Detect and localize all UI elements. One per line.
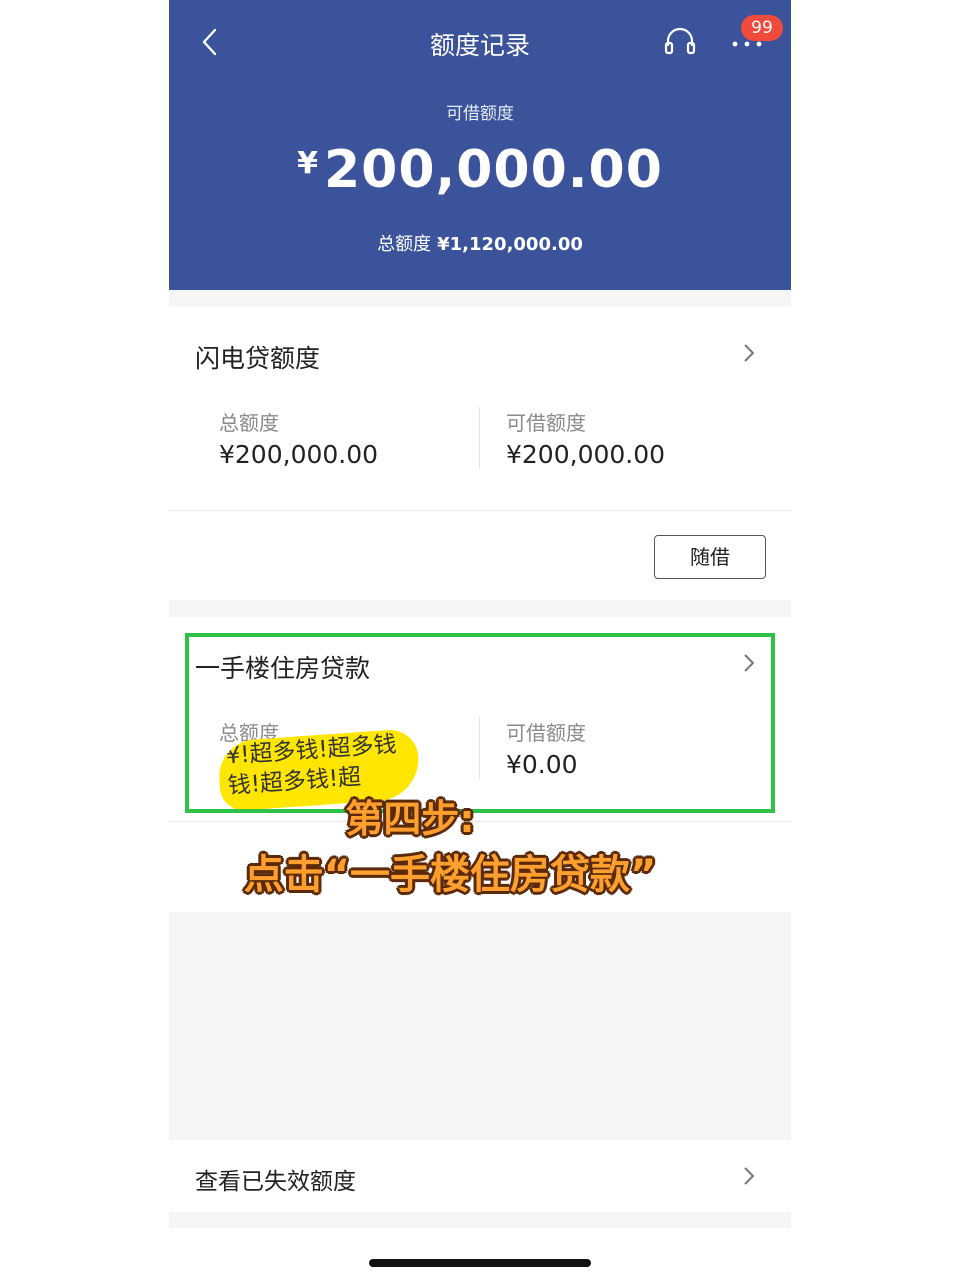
- total-quota-line: 总额度 ¥1,120,000.00: [169, 230, 791, 256]
- available-label: 可借额度: [506, 411, 586, 435]
- highlight-box: [185, 633, 775, 813]
- column-divider: [479, 407, 480, 469]
- home-indicator[interactable]: [369, 1259, 591, 1267]
- currency-symbol: ¥: [297, 146, 318, 181]
- chevron-right-icon: [744, 1167, 755, 1185]
- divider: [169, 510, 791, 511]
- available-value: ¥200,000.00: [506, 440, 666, 469]
- step-instruction: 点击“一手楼住房贷款”: [243, 852, 657, 898]
- step-label: 第四步:: [345, 797, 475, 841]
- phone-screen: 额度记录 99 可借额度 ¥200,000.00 总额度 ¥1,120,000.0…: [169, 0, 791, 1280]
- available-quota-label: 可借额度: [446, 104, 514, 124]
- total-quota-value: ¥1,120,000.00: [437, 234, 583, 255]
- available-quota-amount: ¥200,000.00: [169, 140, 791, 200]
- available-quota-value: 200,000.00: [323, 140, 663, 200]
- page-title: 额度记录: [429, 31, 530, 60]
- total-quota-label: 总额度: [377, 234, 432, 255]
- headset-icon: [664, 27, 696, 55]
- bottom-bar: [169, 1228, 791, 1280]
- chevron-right-icon: [744, 344, 755, 362]
- borrow-button[interactable]: 随借: [654, 535, 766, 579]
- expired-quota-label: 查看已失效额度: [195, 1169, 356, 1195]
- card-title: 闪电贷额度: [195, 344, 321, 373]
- quota-header: 额度记录 99 可借额度 ¥200,000.00 总额度 ¥1,120,000.0…: [169, 0, 791, 290]
- total-label: 总额度: [219, 411, 279, 435]
- total-value: ¥200,000.00: [219, 440, 379, 469]
- expired-quota-row[interactable]: 查看已失效额度: [169, 1140, 791, 1212]
- customer-service-button[interactable]: [663, 24, 697, 60]
- notification-badge: 99: [741, 15, 783, 41]
